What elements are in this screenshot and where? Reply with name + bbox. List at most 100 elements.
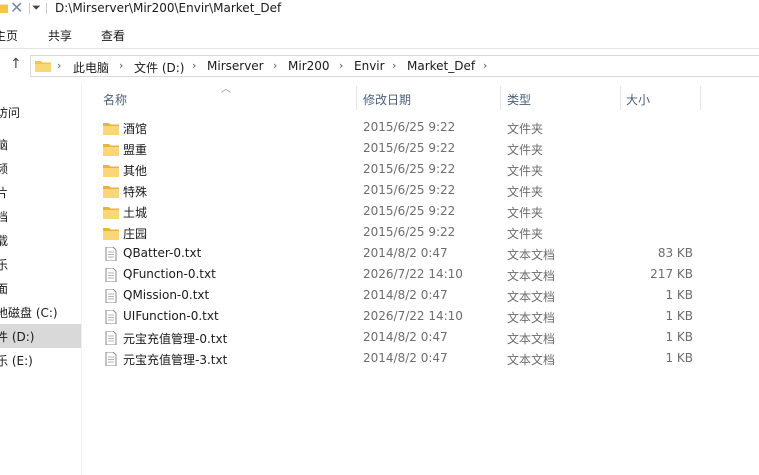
file-type: 文本文档 bbox=[507, 269, 556, 283]
nav-item[interactable]: 乐 bbox=[0, 252, 81, 276]
column-header-label: 修改日期 bbox=[363, 93, 412, 107]
folder-icon bbox=[103, 184, 119, 198]
column-header-size[interactable]: 大小 bbox=[626, 86, 700, 110]
file-row[interactable]: 盟重 2015/6/25 9:22 文件夹 bbox=[86, 138, 706, 159]
file-row[interactable]: QMission-0.txt 2014/8/2 0:47 文本文档 1 KB bbox=[86, 285, 706, 306]
chevron-right-icon[interactable]: › bbox=[339, 59, 343, 72]
nav-item[interactable]: 载 bbox=[0, 228, 81, 252]
nav-item[interactable]: 片 bbox=[0, 180, 81, 204]
nav-item[interactable]: 频 bbox=[0, 156, 81, 180]
file-date: 2014/8/2 0:47 bbox=[363, 351, 448, 365]
file-name[interactable]: QFunction-0.txt bbox=[123, 267, 216, 281]
file-row[interactable]: 庄园 2015/6/25 9:22 文件夹 bbox=[86, 222, 706, 243]
column-divider[interactable] bbox=[620, 86, 621, 110]
file-row[interactable]: 酒馆 2015/6/25 9:22 文件夹 bbox=[86, 117, 706, 138]
nav-item-label: 片 bbox=[0, 184, 8, 201]
chevron-right-icon[interactable]: › bbox=[192, 59, 196, 72]
chevron-right-icon[interactable]: › bbox=[57, 59, 61, 72]
file-name[interactable]: QBatter-0.txt bbox=[123, 246, 201, 260]
file-type: 文本文档 bbox=[507, 248, 556, 262]
file-row[interactable]: 元宝充值管理-3.txt 2014/8/2 0:47 文本文档 1 KB bbox=[86, 348, 706, 369]
file-type: 文本文档 bbox=[507, 353, 556, 367]
column-header-date[interactable]: 修改日期 bbox=[363, 86, 498, 110]
folder-icon bbox=[0, 4, 8, 13]
file-type: 文本文档 bbox=[507, 290, 556, 304]
title-bar: ✕ ⏷ D:\Mirserver\Mir200\Envir\Market_Def bbox=[0, 0, 759, 19]
nav-item-label: 乐 bbox=[0, 256, 8, 273]
file-size: 83 KB bbox=[657, 246, 693, 260]
file-row[interactable]: 土城 2015/6/25 9:22 文件夹 bbox=[86, 201, 706, 222]
folder-icon bbox=[103, 205, 119, 219]
breadcrumb-drive-d[interactable]: 文件 (D:) bbox=[134, 59, 184, 76]
nav-item[interactable]: 档 bbox=[0, 204, 81, 228]
tab-view[interactable]: 查看 bbox=[101, 27, 125, 44]
column-header-type[interactable]: 类型 bbox=[507, 86, 617, 110]
file-row[interactable]: UIFunction-0.txt 2026/7/22 14:10 文本文档 1 KB bbox=[86, 306, 706, 327]
file-row[interactable]: 元宝充值管理-0.txt 2014/8/2 0:47 文本文档 1 KB bbox=[86, 327, 706, 348]
file-name[interactable]: 元宝充值管理-3.txt bbox=[123, 351, 227, 368]
file-name[interactable]: 其他 bbox=[123, 162, 147, 179]
file-row[interactable]: QFunction-0.txt 2026/7/22 14:10 文本文档 217 KB bbox=[86, 264, 706, 285]
file-type: 文件夹 bbox=[507, 227, 544, 241]
divider bbox=[46, 3, 47, 14]
breadcrumb-envir[interactable]: Envir bbox=[354, 59, 385, 73]
column-divider[interactable] bbox=[700, 86, 701, 110]
breadcrumb-mir200[interactable]: Mir200 bbox=[288, 59, 330, 73]
file-type: 文件夹 bbox=[507, 143, 544, 157]
file-name[interactable]: 酒馆 bbox=[123, 120, 147, 137]
back-chevron-icon[interactable]: ‹ bbox=[0, 58, 1, 73]
file-name[interactable]: 土城 bbox=[123, 204, 147, 221]
nav-item-label: 件 (D:) bbox=[0, 330, 35, 344]
file-type: 文件夹 bbox=[507, 185, 544, 199]
file-size: 1 KB bbox=[665, 309, 693, 323]
nav-item[interactable]: 面 bbox=[0, 276, 81, 300]
breadcrumb-mirserver[interactable]: Mirserver bbox=[207, 59, 264, 73]
chevron-right-icon[interactable]: › bbox=[483, 59, 487, 72]
text-file-icon bbox=[103, 267, 119, 283]
file-name[interactable]: 庄园 bbox=[123, 225, 147, 242]
nav-item-label: 档 bbox=[0, 208, 8, 225]
column-divider[interactable] bbox=[500, 86, 501, 110]
up-arrow-icon[interactable]: ↑ bbox=[10, 56, 22, 72]
file-row[interactable]: 其他 2015/6/25 9:22 文件夹 bbox=[86, 159, 706, 180]
column-header-name[interactable]: 名称 bbox=[103, 86, 353, 110]
text-file-icon bbox=[103, 309, 119, 325]
folder-icon bbox=[103, 226, 119, 240]
tab-share[interactable]: 共享 bbox=[48, 27, 72, 44]
file-type: 文本文档 bbox=[507, 311, 556, 325]
column-divider[interactable] bbox=[356, 86, 357, 110]
nav-item-drive-d[interactable]: 件 (D:) bbox=[0, 324, 81, 348]
column-header-label: 类型 bbox=[507, 93, 532, 107]
file-name[interactable]: 特殊 bbox=[123, 183, 147, 200]
breadcrumb-market-def[interactable]: Market_Def bbox=[407, 59, 475, 73]
nav-item-drive-e[interactable]: 乐 (E:) bbox=[0, 348, 81, 372]
file-name[interactable]: QMission-0.txt bbox=[123, 288, 209, 302]
file-date: 2015/6/25 9:22 bbox=[363, 183, 456, 197]
folder-icon bbox=[103, 121, 119, 135]
file-size: 217 KB bbox=[650, 267, 693, 281]
file-row[interactable]: 特殊 2015/6/25 9:22 文件夹 bbox=[86, 180, 706, 201]
nav-item[interactable]: 脑 bbox=[0, 132, 81, 156]
file-date: 2014/8/2 0:47 bbox=[363, 330, 448, 344]
nav-item-quick-access[interactable]: 访问 bbox=[0, 100, 81, 124]
tab-home[interactable]: 主页 bbox=[0, 27, 18, 44]
file-type: 文件夹 bbox=[507, 164, 544, 178]
file-name[interactable]: 元宝充值管理-0.txt bbox=[123, 330, 227, 347]
file-row[interactable]: QBatter-0.txt 2014/8/2 0:47 文本文档 83 KB bbox=[86, 243, 706, 264]
file-name[interactable]: UIFunction-0.txt bbox=[123, 309, 219, 323]
address-row: ‹ ↑ › 此电脑 › 文件 (D:) › Mirserver › Mir200… bbox=[0, 50, 759, 81]
chevron-right-icon[interactable]: › bbox=[392, 59, 396, 72]
address-bar[interactable]: › 此电脑 › 文件 (D:) › Mirserver › Mir200 › E… bbox=[30, 55, 759, 77]
file-date: 2015/6/25 9:22 bbox=[363, 120, 456, 134]
nav-item-label: 访问 bbox=[0, 106, 21, 120]
column-header-label: 名称 bbox=[103, 93, 128, 107]
quick-access-dropdown-icon[interactable]: ⏷ bbox=[32, 0, 41, 16]
file-name[interactable]: 盟重 bbox=[123, 141, 147, 158]
file-date: 2015/6/25 9:22 bbox=[363, 225, 456, 239]
breadcrumb-this-pc[interactable]: 此电脑 bbox=[73, 59, 109, 76]
nav-item-drive-c[interactable]: 地磁盘 (C:) bbox=[0, 300, 81, 324]
chevron-right-icon[interactable]: › bbox=[273, 59, 277, 72]
chevron-right-icon[interactable]: › bbox=[119, 59, 123, 72]
close-x-icon[interactable]: ✕ bbox=[10, 0, 26, 16]
ribbon-tabs: 主页 共享 查看 bbox=[0, 19, 759, 49]
